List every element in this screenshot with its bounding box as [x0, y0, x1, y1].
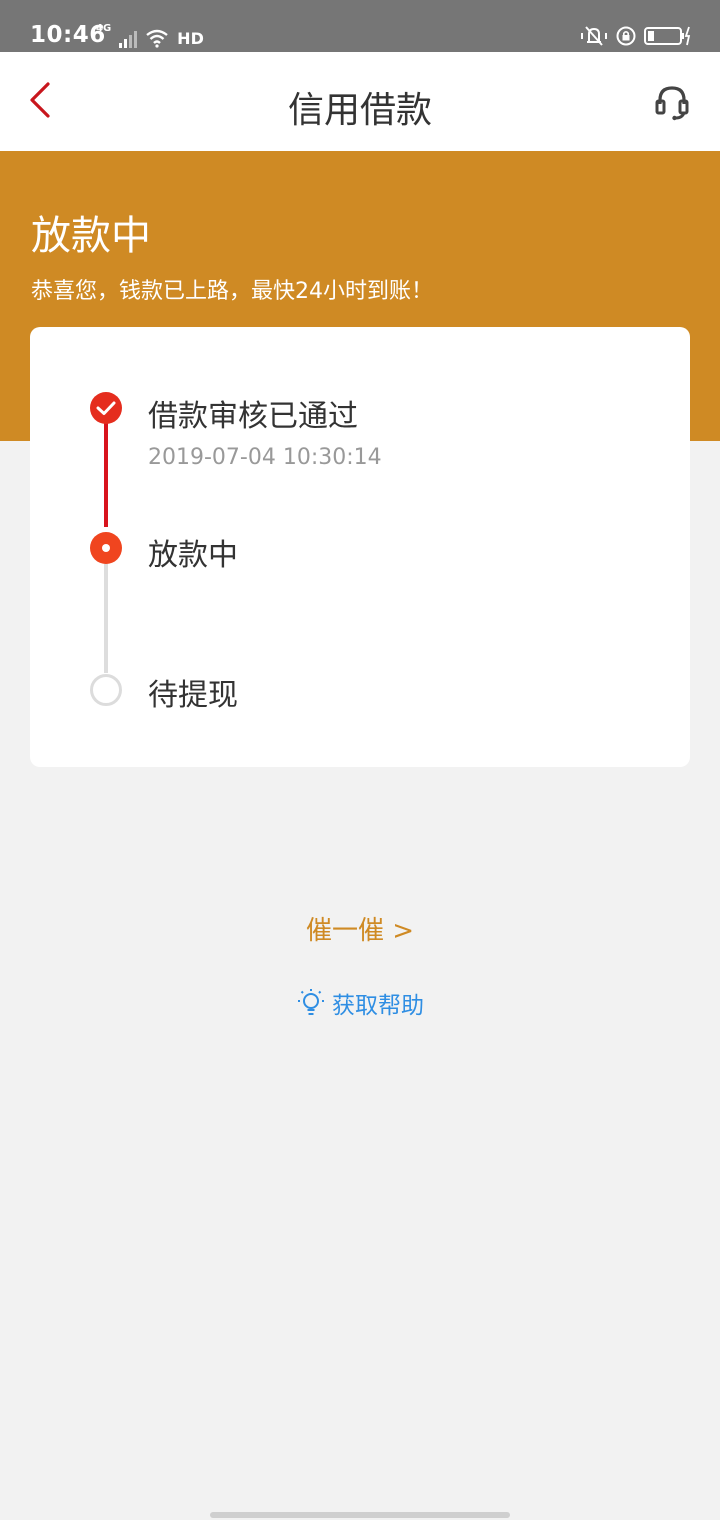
signal-icon — [119, 31, 138, 48]
banner-subtitle: 恭喜您，钱款已上路，最快24小时到账！ — [31, 279, 433, 304]
mute-icon — [581, 26, 607, 46]
battery-icon — [644, 26, 691, 46]
lightbulb-icon — [298, 989, 324, 1015]
help-label: 获取帮助 — [332, 993, 424, 1019]
page-title: 信用借款 — [287, 90, 432, 131]
step-approved-label: 借款审核已通过 — [148, 399, 358, 434]
step-done-node — [90, 392, 122, 424]
progress-card: 借款审核已通过 2019-07-04 10:30:14 放款中 待提现 — [30, 327, 690, 767]
help-link[interactable]: 获取帮助 — [0, 986, 720, 1020]
headset-icon — [655, 86, 689, 121]
banner-title: 放款中 — [31, 213, 151, 259]
status-right-icons — [580, 24, 692, 48]
wifi-icon — [146, 29, 168, 48]
timeline-line-pending — [104, 563, 108, 673]
status-left-icons: 4G HD — [96, 24, 204, 48]
status-time: 10:46 — [30, 22, 106, 48]
network-label: 4G — [96, 23, 112, 34]
step-pending-node — [90, 674, 122, 706]
status-bar: 10:46 4G HD — [0, 0, 720, 52]
check-icon — [96, 401, 116, 415]
timeline-line-done — [104, 423, 108, 527]
step-withdraw-label: 待提现 — [148, 678, 238, 713]
home-indicator[interactable] — [210, 1512, 510, 1518]
urge-button[interactable]: 催一催 > — [0, 910, 720, 947]
lock-icon — [616, 26, 636, 46]
customer-service-button[interactable] — [650, 80, 694, 124]
step-current-dot — [102, 544, 110, 552]
step-current-node — [90, 532, 122, 564]
hd-icon: HD — [177, 29, 204, 48]
step-disbursing-label: 放款中 — [148, 538, 238, 573]
nav-bar: 信用借款 — [0, 52, 720, 151]
step-approved-time: 2019-07-04 10:30:14 — [148, 445, 382, 470]
